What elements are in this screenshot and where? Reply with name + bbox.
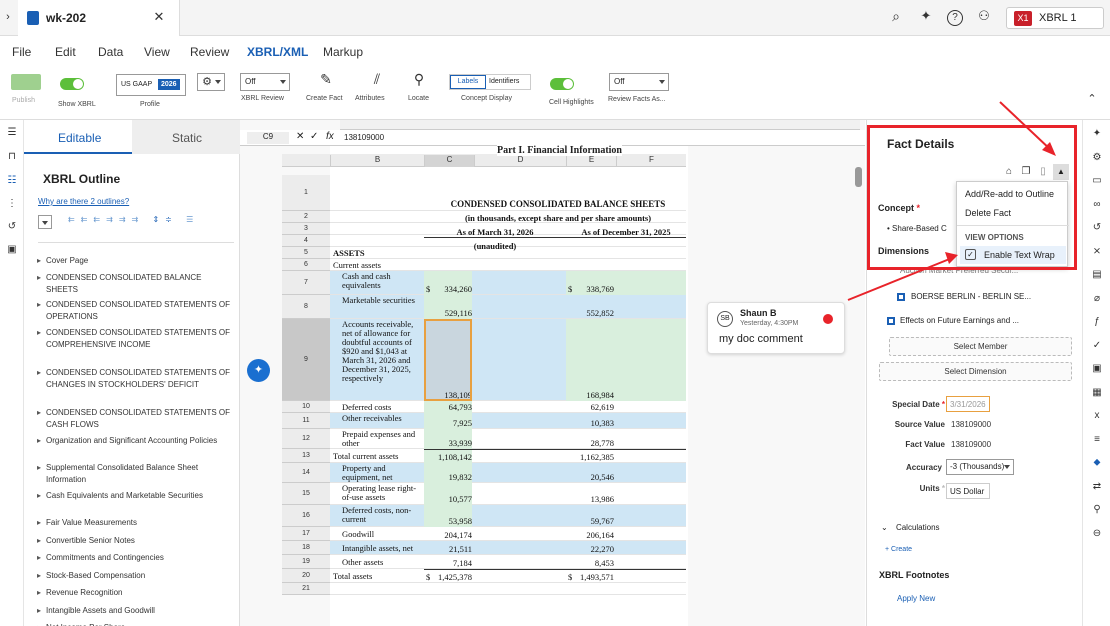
annotation-arrows [847, 101, 1056, 301]
